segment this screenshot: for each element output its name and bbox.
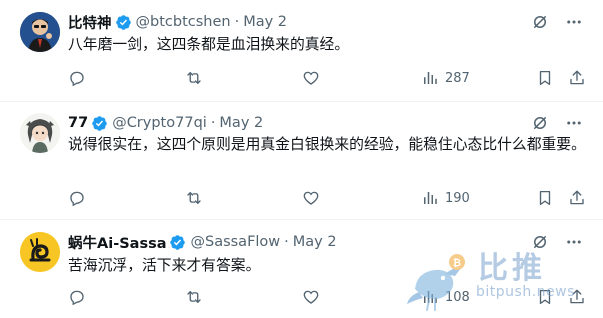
reply-icon: [70, 290, 84, 306]
display-name[interactable]: 蜗牛Ai-Sassa: [68, 232, 166, 253]
bookmark-button[interactable]: [536, 188, 554, 208]
repost-icon: [187, 72, 201, 84]
heart-icon: [303, 290, 319, 304]
reply-button[interactable]: [68, 287, 86, 307]
views-button[interactable]: 287: [421, 68, 470, 88]
heart-icon: [303, 71, 319, 85]
separator-dot: ·: [284, 234, 289, 250]
tweet-header: 77 @Crypto77qi · May 2: [68, 113, 263, 133]
more-options-icon[interactable]: [565, 13, 583, 35]
tweet-date[interactable]: May 2: [293, 234, 337, 250]
tweet-actions: 190: [68, 188, 588, 208]
views-chart-icon: [424, 291, 437, 303]
more-options-icon[interactable]: [565, 114, 583, 136]
tweet-header: 蜗牛Ai-Sassa @SassaFlow · May 2: [68, 232, 337, 252]
views-button[interactable]: 108: [421, 287, 470, 307]
watermark-chinese-text: 比推: [478, 251, 546, 286]
separator-dot: ·: [210, 115, 216, 131]
views-chart-icon: [424, 192, 437, 204]
verified-badge-icon: [91, 115, 108, 132]
like-button[interactable]: [302, 188, 320, 208]
share-button[interactable]: [568, 188, 586, 208]
verified-badge-icon: [115, 14, 132, 31]
tweet-2[interactable]: 77 @Crypto77qi · May 2 说得很实在，这四个原则是用真金白银换来…: [0, 102, 603, 220]
reply-button[interactable]: [68, 68, 86, 88]
reply-icon: [70, 71, 84, 87]
repost-icon: [187, 192, 201, 204]
bookmark-icon: [539, 190, 551, 206]
tweet-header: 比特神 @btcbtcshen · May 2: [68, 12, 287, 32]
more-options-icon[interactable]: [565, 233, 583, 255]
reply-button[interactable]: [68, 188, 86, 208]
tweet-actions: 287: [68, 68, 588, 88]
repost-button[interactable]: [185, 68, 203, 88]
avatar[interactable]: [20, 113, 60, 153]
reply-icon: [70, 191, 84, 207]
repost-icon: [187, 291, 201, 303]
grok-analyze-icon[interactable]: [531, 114, 549, 136]
tweet-text: 说得很实在，这四个原则是用真金白银换来的经验，能稳住心态比什么都重要。: [68, 136, 586, 153]
user-handle[interactable]: @Crypto77qi: [112, 115, 207, 131]
views-count: 190: [445, 190, 470, 206]
tweet-1[interactable]: 比特神 @btcbtcshen · May 2 八年磨一剑，这四条都是血泪换来的真经…: [0, 0, 603, 102]
repost-button[interactable]: [185, 287, 203, 307]
heart-icon: [303, 191, 319, 205]
tweet-date[interactable]: May 2: [243, 14, 287, 30]
views-chart-icon: [424, 72, 437, 84]
share-icon: [570, 70, 584, 85]
avatar[interactable]: [20, 232, 60, 272]
tweet-date[interactable]: May 2: [219, 115, 263, 131]
views-count: 287: [445, 70, 470, 86]
like-button[interactable]: [302, 68, 320, 88]
repost-button[interactable]: [185, 188, 203, 208]
separator-dot: ·: [234, 14, 240, 30]
verified-badge-icon: [169, 234, 186, 251]
watermark-url-text: bitpush.news: [476, 284, 575, 300]
like-button[interactable]: [302, 287, 320, 307]
share-icon: [570, 190, 584, 205]
display-name[interactable]: 77: [68, 115, 88, 131]
views-count: 108: [445, 289, 470, 305]
share-button[interactable]: [568, 68, 586, 88]
bookmark-icon: [539, 70, 551, 86]
user-handle[interactable]: @SassaFlow: [190, 234, 280, 250]
user-handle[interactable]: @btcbtcshen: [136, 14, 231, 30]
bookmark-button[interactable]: [536, 68, 554, 88]
avatar[interactable]: [20, 12, 60, 52]
display-name[interactable]: 比特神: [68, 12, 112, 33]
grok-analyze-icon[interactable]: [531, 13, 549, 35]
views-button[interactable]: 190: [421, 188, 470, 208]
tweet-text: 八年磨一剑，这四条都是血泪换来的真经。: [68, 36, 350, 53]
